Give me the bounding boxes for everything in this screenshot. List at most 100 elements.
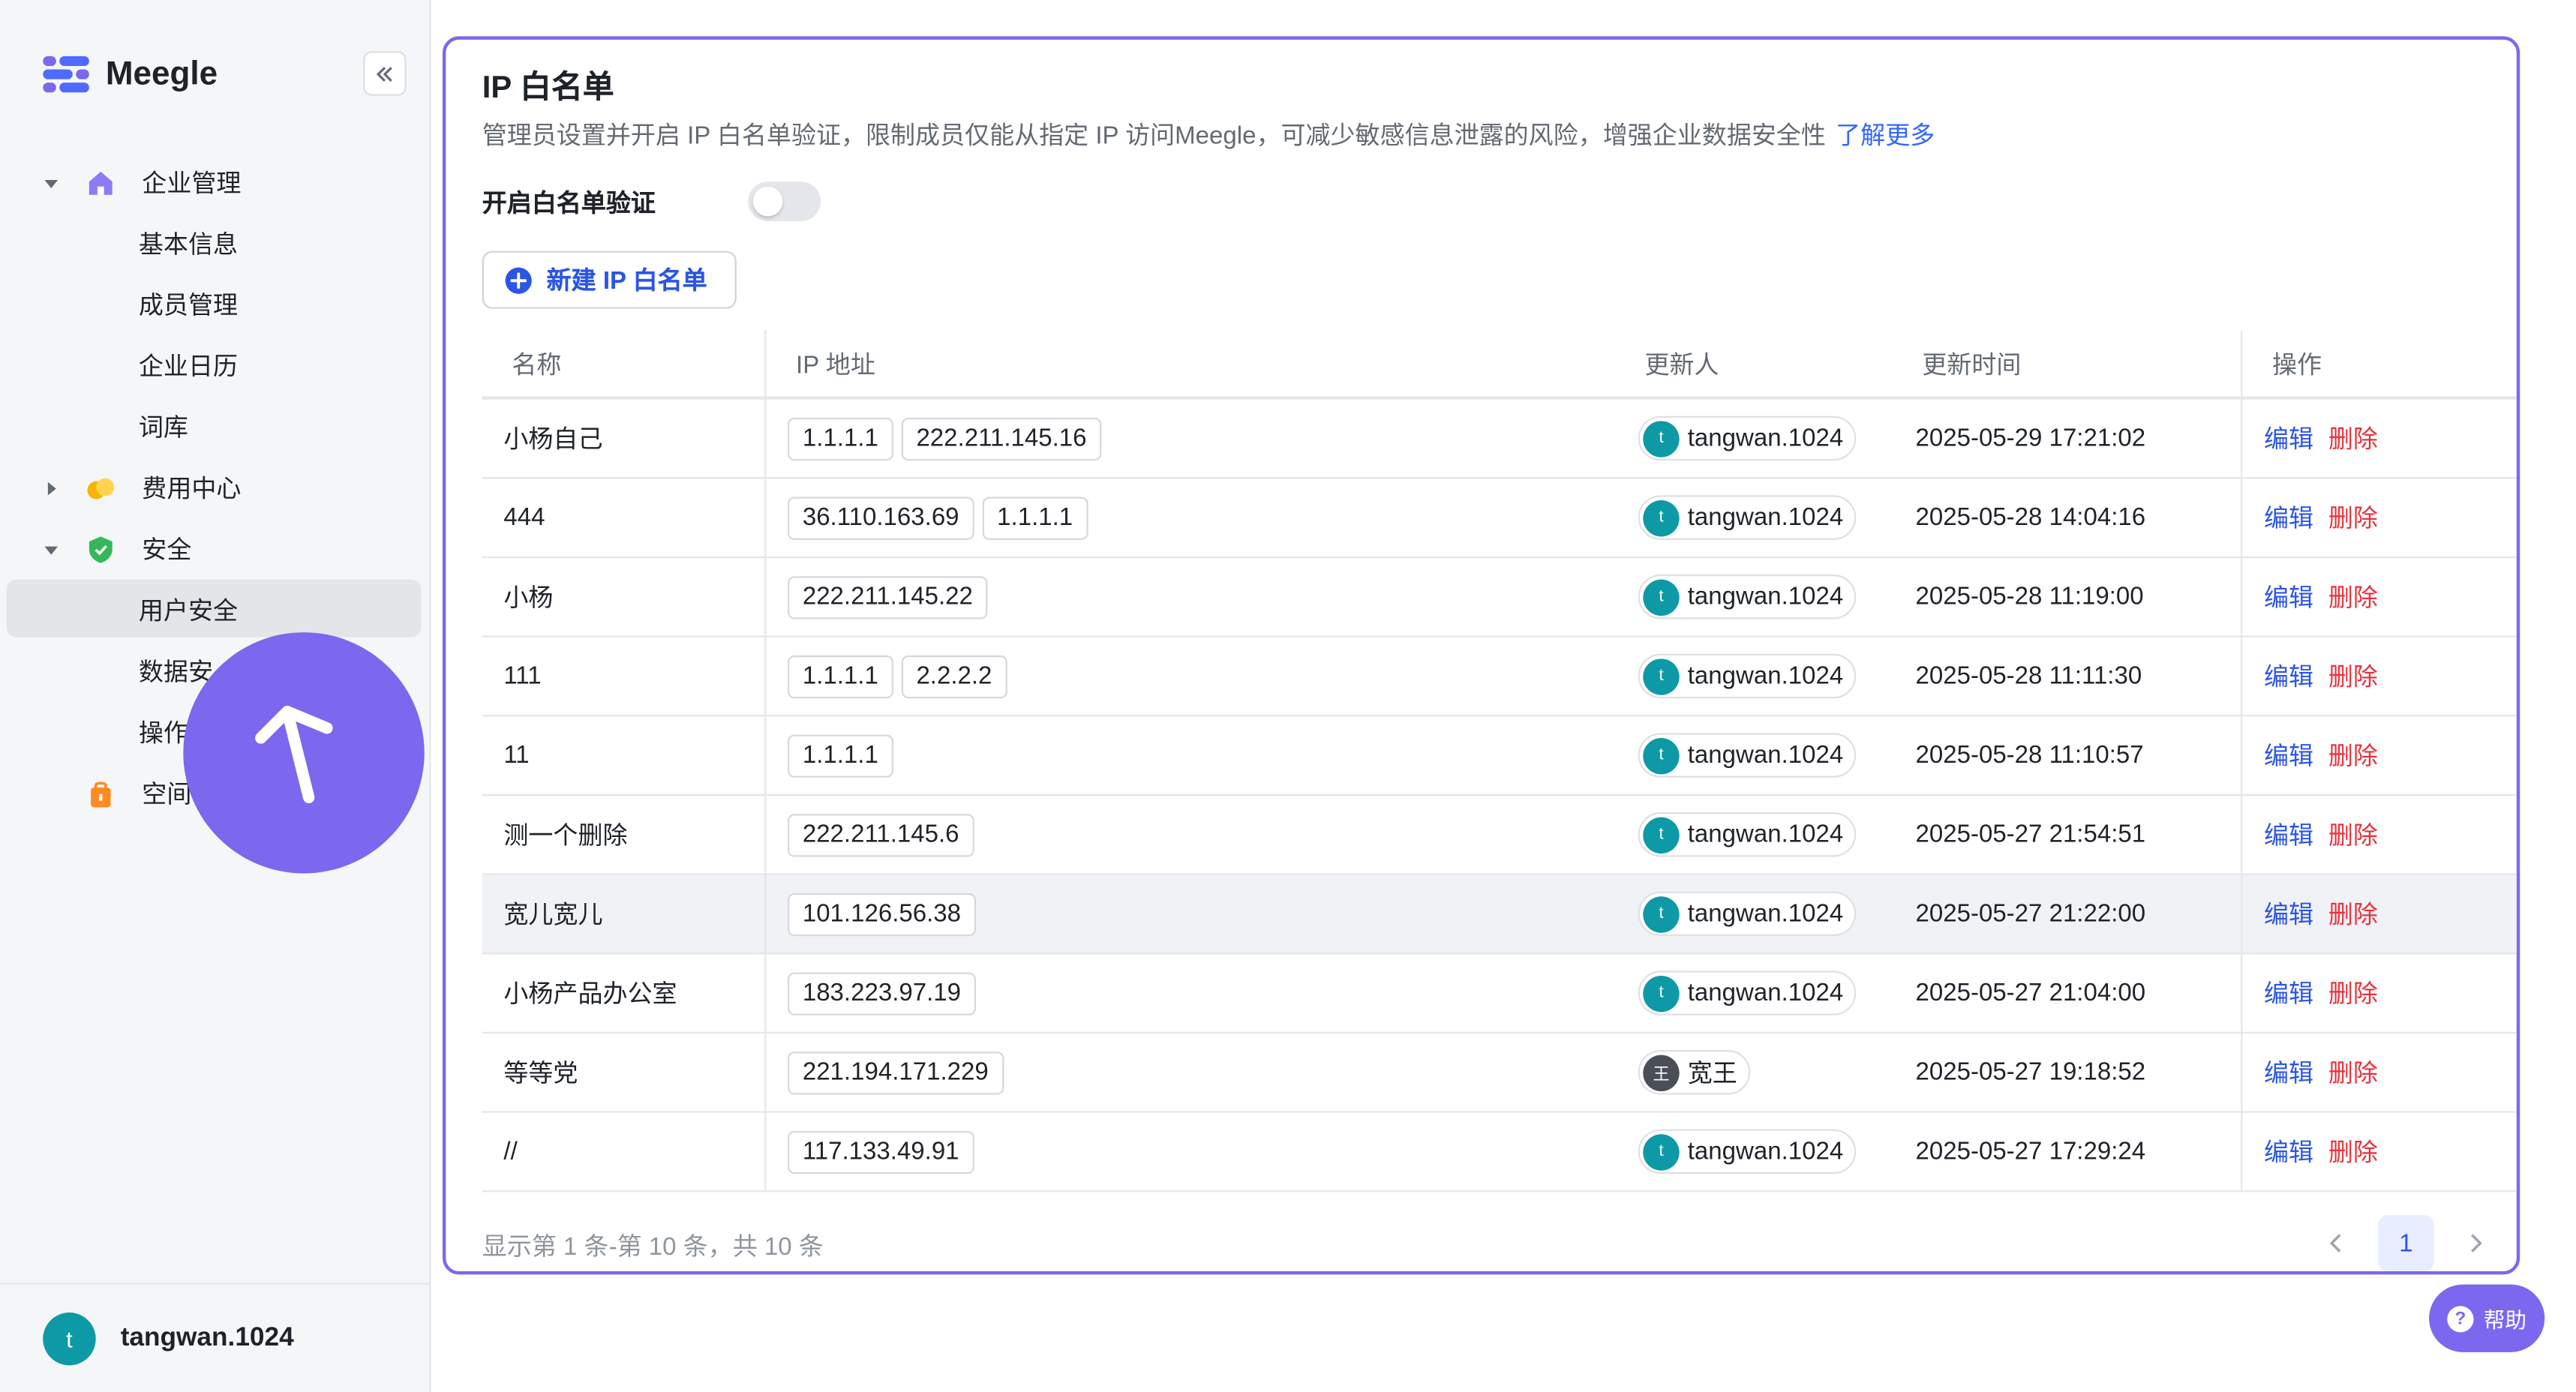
ip-tag: 183.223.97.19 <box>788 971 976 1015</box>
user-chip: t tangwan.1024 <box>1638 416 1857 461</box>
column-header-updater: 更新人 <box>1644 350 1719 380</box>
whitelist-toggle[interactable] <box>748 182 821 221</box>
table-body: 小杨自己 1.1.1.1 222.211.145.16 t tangwan.1024 20… <box>482 399 2517 1192</box>
help-button[interactable]: ? 帮助 <box>2429 1284 2545 1352</box>
ip-tag: 1.1.1.1 <box>788 654 893 698</box>
cell-updater: t tangwan.1024 <box>1638 638 1916 715</box>
delete-button[interactable]: 删除 <box>2328 976 2378 1010</box>
meegle-logo-icon <box>43 56 89 93</box>
cell-name: 444 <box>482 478 767 556</box>
new-ip-whitelist-button[interactable]: 新建 IP 白名单 <box>482 250 737 309</box>
sidebar-group-1[interactable]: 费用中心 <box>0 458 431 518</box>
edit-button[interactable]: 编辑 <box>2264 976 2313 1010</box>
cell-actions: 编辑 删除 <box>2241 478 2517 556</box>
sidebar-user[interactable]: t tangwan.1024 <box>0 1282 430 1391</box>
table-row: 小杨自己 1.1.1.1 222.211.145.16 t tangwan.1024 20… <box>482 399 2517 479</box>
user-name: tangwan.1024 <box>120 1323 294 1352</box>
edit-button[interactable]: 编辑 <box>2264 500 2313 535</box>
table-row: // 117.133.49.91 t tangwan.1024 2025-05-27 1… <box>482 1112 2517 1192</box>
ip-tag: 222.211.145.6 <box>788 813 974 856</box>
edit-button[interactable]: 编辑 <box>2264 738 2313 772</box>
user-chip: 王宽王 <box>1638 1050 1751 1095</box>
edit-button[interactable]: 编辑 <box>2264 658 2313 693</box>
avatar: t <box>1643 736 1680 774</box>
bag-icon <box>86 778 116 808</box>
sidebar-item-label: 用户安全 <box>138 597 239 626</box>
cell-name: // <box>482 1112 767 1191</box>
ip-tag: 222.211.145.16 <box>901 416 1102 460</box>
edit-button[interactable]: 编辑 <box>2264 1055 2313 1090</box>
user-chip: t tangwan.1024 <box>1638 733 1857 778</box>
chevron-right-icon <box>2471 1234 2482 1252</box>
cell-time: 2025-05-29 17:21:02 <box>1915 424 2146 453</box>
ip-tag: 117.133.49.91 <box>788 1130 974 1174</box>
cell-actions: 编辑 删除 <box>2241 637 2517 716</box>
sidebar-group-2[interactable]: 安全 <box>0 518 431 579</box>
table-row: 小杨 222.211.145.22 t tangwan.1024 2025-05-28 … <box>482 558 2517 638</box>
scroll-to-top-button[interactable] <box>183 632 425 874</box>
avatar: t <box>1643 420 1680 457</box>
delete-button[interactable]: 删除 <box>2328 580 2378 614</box>
edit-button[interactable]: 编辑 <box>2264 580 2313 614</box>
collapse-sidebar-button[interactable] <box>363 51 407 96</box>
sidebar-item-0-0[interactable]: 基本信息 <box>0 213 431 274</box>
cell-updater: t tangwan.1024 <box>1638 875 1916 952</box>
user-chip: t tangwan.1024 <box>1638 653 1857 699</box>
next-page-button[interactable] <box>2460 1228 2490 1258</box>
cell-ips: 36.110.163.69 1.1.1.1 <box>766 478 1638 556</box>
delete-button[interactable]: 删除 <box>2328 896 2378 931</box>
sidebar: Meegle 企业管理 基本信息 成员管理 企业日历 词库 费用中心 安全 用户安全 数据安 操作… <box>0 0 431 1392</box>
sidebar-group-0[interactable]: 企业管理 <box>0 152 431 213</box>
cell-updater: t tangwan.1024 <box>1638 954 1916 1031</box>
sidebar-item-label: 操作 <box>138 719 188 748</box>
sidebar-item-0-3[interactable]: 词库 <box>0 396 431 457</box>
avatar: t <box>1643 658 1680 694</box>
ip-tag: 1.1.1.1 <box>788 734 893 777</box>
delete-button[interactable]: 删除 <box>2328 1055 2378 1090</box>
chevron-left-icon <box>2329 1234 2341 1252</box>
learn-more-link[interactable]: 了解更多 <box>1836 122 1935 150</box>
user-chip: t tangwan.1024 <box>1638 891 1857 937</box>
cell-name: 11 <box>482 716 767 794</box>
sidebar-item-0-2[interactable]: 企业日历 <box>0 335 431 396</box>
ip-tag: 221.194.171.229 <box>788 1051 1004 1094</box>
cell-name: 111 <box>482 637 767 716</box>
page-number-button[interactable]: 1 <box>2377 1215 2434 1272</box>
cell-updater: 王宽王 <box>1638 1034 1916 1111</box>
cell-actions: 编辑 删除 <box>2241 716 2517 794</box>
cell-ips: 1.1.1.1 <box>766 716 1638 794</box>
cell-updater: t tangwan.1024 <box>1638 478 1916 556</box>
cell-ips: 1.1.1.1 2.2.2.2 <box>766 638 1638 715</box>
delete-button[interactable]: 删除 <box>2328 738 2378 772</box>
delete-button[interactable]: 删除 <box>2328 421 2378 455</box>
help-label: 帮助 <box>2483 1307 2526 1333</box>
cell-ips: 222.211.145.22 <box>766 558 1638 635</box>
cell-time: 2025-05-28 11:10:57 <box>1915 741 2144 770</box>
brand[interactable]: Meegle <box>43 50 218 99</box>
edit-button[interactable]: 编辑 <box>2264 421 2313 455</box>
sidebar-item-2-0[interactable]: 用户安全 <box>0 579 431 640</box>
edit-button[interactable]: 编辑 <box>2264 818 2313 852</box>
cell-name: 等等党 <box>482 1034 767 1112</box>
double-chevron-left-icon <box>376 66 392 81</box>
delete-button[interactable]: 删除 <box>2328 500 2378 535</box>
brand-name: Meegle <box>105 55 218 92</box>
delete-button[interactable]: 删除 <box>2328 818 2378 852</box>
delete-button[interactable]: 删除 <box>2328 658 2378 693</box>
cell-ips: 1.1.1.1 222.211.145.16 <box>766 400 1638 477</box>
column-header-ip: IP 地址 <box>796 350 875 380</box>
edit-button[interactable]: 编辑 <box>2264 896 2313 931</box>
cell-name: 宽儿宽儿 <box>482 874 767 953</box>
prev-page-button[interactable] <box>2322 1228 2352 1258</box>
table-row: 11 1.1.1.1 t tangwan.1024 2025-05-28 11:10:5… <box>482 716 2517 796</box>
sidebar-item-0-1[interactable]: 成员管理 <box>0 274 431 334</box>
sidebar-item-label: 词库 <box>138 414 188 442</box>
caret-right-icon <box>40 476 63 500</box>
page-description: 管理员设置并开启 IP 白名单验证，限制成员仅能从指定 IP 访问Meegle，… <box>482 117 1935 152</box>
delete-button[interactable]: 删除 <box>2328 1134 2378 1168</box>
updater-name: 宽王 <box>1687 1060 1737 1088</box>
new-button-label: 新建 IP 白名单 <box>546 267 707 296</box>
edit-button[interactable]: 编辑 <box>2264 1134 2313 1168</box>
table-row: 小杨产品办公室 183.223.97.19 t tangwan.1024 2025-05… <box>482 954 2517 1034</box>
column-header-actions: 操作 <box>2241 330 2517 397</box>
